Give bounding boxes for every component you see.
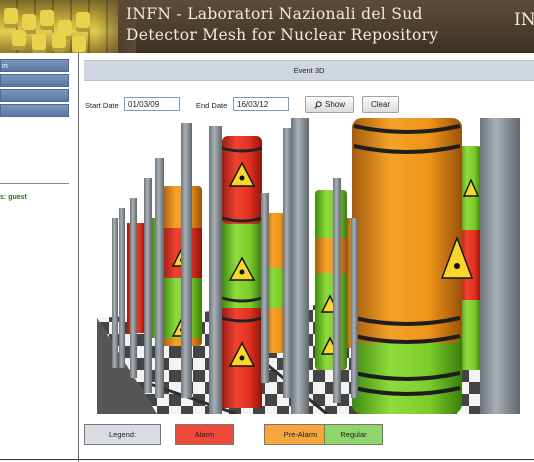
infn-logo: INI	[514, 12, 534, 30]
title-line-1: INFN - Laboratori Nazionali del Sud	[126, 5, 423, 23]
end-date-input[interactable]	[233, 97, 289, 111]
user-prefix: s:	[0, 194, 7, 201]
sidebar-item-3[interactable]	[0, 89, 69, 102]
panel-title: Event 3D	[84, 60, 534, 81]
app-title: INFN - Laboratori Nazionali del Sud Dete…	[126, 4, 438, 46]
search-icon	[314, 100, 322, 109]
event-3d-view[interactable]	[97, 118, 520, 414]
sidebar: m s: guest	[0, 53, 78, 462]
footer-rule	[0, 459, 534, 460]
start-date-label: Start Date	[85, 101, 119, 110]
sidebar-divider	[0, 183, 69, 184]
show-button-label: Show	[324, 100, 345, 109]
clear-button[interactable]: Clear	[362, 96, 399, 113]
show-button[interactable]: Show	[305, 96, 354, 113]
title-line-2: Detector Mesh for Nuclear Repository	[126, 26, 439, 44]
clear-button-label: Clear	[370, 100, 391, 109]
logged-user: s: guest	[0, 194, 27, 201]
legend-regular: Regular	[324, 424, 383, 445]
legend-alarm: Alarm	[175, 424, 234, 445]
legend-label: Legend:	[84, 424, 161, 445]
sidebar-separator	[78, 53, 79, 462]
start-date-input[interactable]	[124, 97, 180, 111]
end-date-label: End Date	[196, 101, 228, 110]
detector-mesh-render	[97, 118, 520, 414]
sidebar-item-4[interactable]	[0, 104, 69, 117]
sidebar-item-2[interactable]	[0, 74, 69, 87]
sidebar-item-1[interactable]: m	[0, 59, 69, 72]
header-banner: INFN - Laboratori Nazionali del Sud Dete…	[0, 0, 534, 53]
user-name: guest	[8, 194, 27, 201]
